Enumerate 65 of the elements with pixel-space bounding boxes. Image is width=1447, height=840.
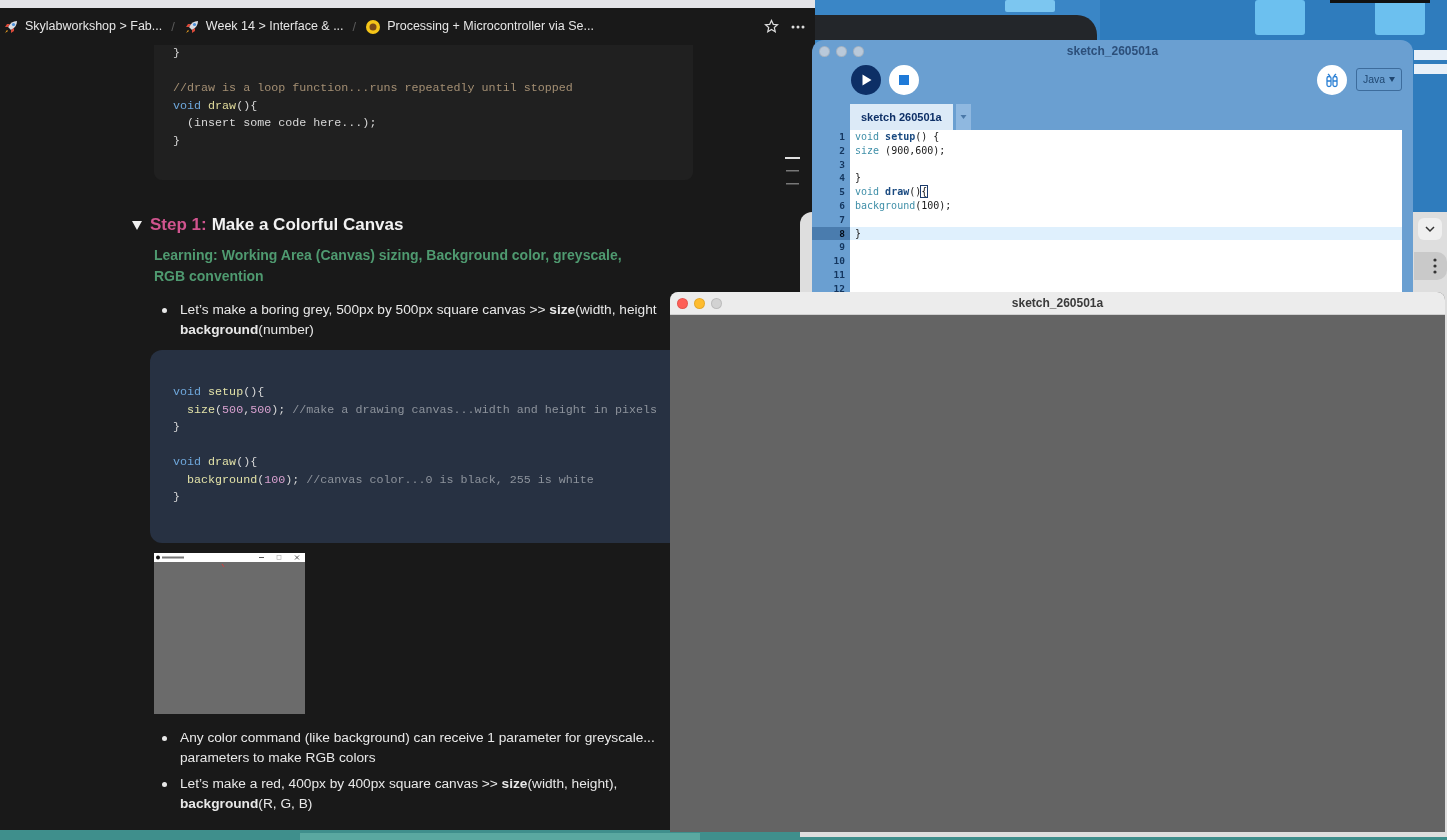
window-control[interactable]: [694, 297, 705, 309]
code-line: void draw(){: [854, 185, 929, 199]
line-number: 11: [832, 267, 846, 282]
caret-icon: [1389, 77, 1396, 82]
code-line: void setup(){: [173, 384, 265, 401]
line-number: 10: [832, 254, 846, 268]
window-control[interactable]: [819, 45, 830, 57]
code-line: void draw(){: [173, 97, 258, 115]
star-icon[interactable]: [764, 19, 779, 34]
breadcrumb-link[interactable]: Skylabworkshop > Fab...: [3, 17, 163, 36]
bullet-text: Any color command (like background) can receive 1 parameter for greyscale... parameters to make RGB colors: [180, 729, 655, 767]
window-control[interactable]: [853, 45, 864, 57]
debugger-button[interactable]: [1317, 64, 1347, 95]
outline-icon[interactable]: [785, 157, 800, 186]
line-number: 2: [838, 143, 846, 158]
breadcrumb-separator: /: [171, 17, 175, 36]
more-icon[interactable]: [791, 24, 805, 29]
code-line: }: [173, 419, 180, 436]
line-number: 3: [838, 157, 846, 172]
learning-note: Learning: Working Area (Canvas) sizing, Background color, greyscale, RGB convention: [154, 246, 623, 286]
window-control[interactable]: [677, 297, 688, 309]
code-line: }: [173, 489, 180, 506]
play-button[interactable]: [851, 64, 881, 95]
code-line: }: [854, 171, 863, 186]
stop-button[interactable]: [889, 64, 919, 95]
code-line: background(100); //canvas color...0 is black, 255 is white: [186, 471, 594, 489]
code-line: (insert some code here...);: [186, 115, 377, 132]
code-line: }: [173, 132, 180, 150]
rocket-icon: [3, 18, 19, 35]
chevron-down-button[interactable]: [1418, 218, 1442, 240]
breadcrumb-link[interactable]: Processing + Microcontroller via Se...: [365, 17, 594, 36]
code-line: void setup() {: [854, 130, 941, 144]
line-number: 9: [838, 240, 846, 255]
code-line: void draw(){: [173, 454, 258, 471]
code-line: //draw is a loop function...runs repeatedly until stopped: [173, 80, 573, 97]
line-number: 1: [838, 130, 846, 144]
breadcrumb-separator: /: [352, 17, 357, 36]
window-control[interactable]: [836, 45, 847, 57]
line-number: 7: [838, 212, 846, 227]
line-number: 6: [838, 199, 846, 213]
code-line: size (900,600);: [854, 143, 947, 158]
line-number: 8: [812, 226, 850, 241]
bullet-text: Let’s make a red, 400px by 400px square canvas >> size(width, height), background(R, G, B): [180, 775, 618, 813]
line-number: 5: [838, 185, 846, 199]
window-title: sketch_260501a: [1011, 296, 1104, 310]
code-line: }: [173, 45, 180, 62]
bullet-text: Let’s make a boring grey, 500px by 500px square canvas >> size(width, height background(number): [180, 301, 657, 339]
tab-menu-button[interactable]: [955, 104, 971, 130]
line-number: 4: [838, 171, 846, 186]
breadcrumb-link[interactable]: Week 14 > Interface & ...: [183, 17, 344, 36]
more-button[interactable]: [1414, 252, 1447, 280]
step-title: Make a Colorful Canvas: [211, 214, 404, 237]
step-label: Step 1:: [150, 214, 207, 237]
window-control[interactable]: [711, 297, 722, 309]
code-line: size(500,500); //make a drawing canvas...width and height in pixels: [186, 401, 657, 419]
toggle-arrow-icon[interactable]: [132, 220, 142, 230]
editor-tab[interactable]: sketch 260501a: [850, 104, 953, 130]
mode-dropdown[interactable]: Java: [1356, 68, 1402, 91]
line-number: 12: [832, 281, 846, 292]
code-line: background(100);: [854, 199, 953, 213]
rocket-icon: [183, 18, 200, 35]
flower-icon: [365, 18, 382, 35]
striped-pattern: [1414, 50, 1447, 74]
code-editor[interactable]: void setup() { size (900,600); } void draw(){ background(100); }: [850, 130, 1402, 292]
window-title: sketch_260501a: [1066, 44, 1159, 58]
